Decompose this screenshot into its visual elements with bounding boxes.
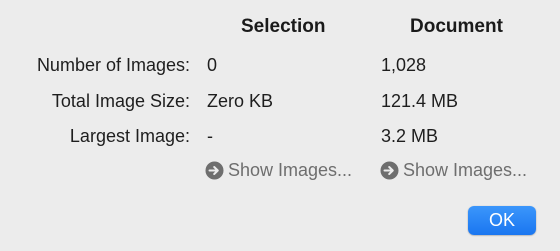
largest-image-label: Largest Image:	[69, 126, 190, 146]
selection-total-image-size-value: Zero KB	[207, 91, 274, 111]
selection-largest-image-value: -	[207, 126, 213, 146]
image-statistics-dialog: Selection Document Number of Images: 0 1…	[0, 0, 560, 251]
selection-number-of-images-value: 0	[207, 55, 218, 75]
total-image-size-label: Total Image Size:	[51, 91, 190, 111]
number-of-images-label: Number of Images:	[36, 55, 190, 75]
document-number-of-images-value: 1,028	[381, 55, 427, 75]
arrow-circle-right-icon	[380, 161, 399, 180]
document-total-image-size-value: 121.4 MB	[381, 91, 459, 111]
show-images-document-label: Show Images...	[403, 160, 528, 180]
show-images-document-button[interactable]: Show Images...	[380, 160, 527, 181]
show-images-selection-button[interactable]: Show Images...	[205, 160, 352, 181]
show-images-selection-label: Show Images...	[228, 160, 353, 180]
ok-button[interactable]: OK	[468, 206, 536, 235]
document-column-header: Document	[410, 16, 503, 37]
document-largest-image-value: 3.2 MB	[381, 126, 439, 146]
arrow-circle-right-icon	[205, 161, 224, 180]
selection-column-header: Selection	[241, 16, 326, 37]
